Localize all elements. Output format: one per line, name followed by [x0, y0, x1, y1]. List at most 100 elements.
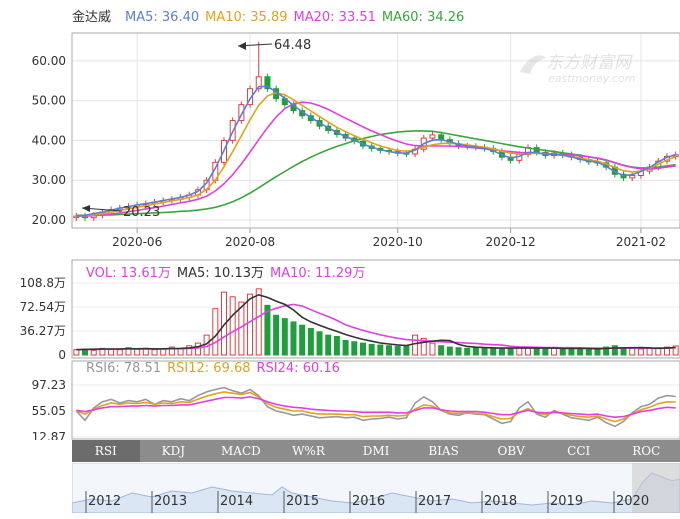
volume-bar	[273, 314, 280, 356]
volume-bar	[490, 347, 497, 356]
range-navigator[interactable]: 2012 2013 2014 2015 2016 2017 2018 2019 2020	[72, 463, 680, 513]
tab-obv[interactable]: OBV	[477, 440, 545, 462]
volume-bar	[316, 331, 323, 356]
volume-ma-lines	[76, 293, 676, 351]
candle-body	[629, 174, 636, 179]
volume-bar	[307, 328, 314, 356]
volume-bar	[333, 335, 340, 356]
price-y-tick: 20.00	[32, 213, 66, 227]
rsi24-line	[76, 396, 676, 419]
watermark-logo	[520, 55, 546, 74]
volume-bar	[594, 349, 601, 356]
volume-y-tick: 36.27万	[20, 324, 66, 338]
volume-ma5-line	[76, 293, 676, 351]
volume-bar	[299, 324, 306, 356]
watermark: 东方财富网 eastmoney.com	[520, 53, 635, 85]
tab-cci[interactable]: CCI	[545, 440, 613, 462]
navigator-year-label: 2013	[154, 494, 187, 509]
volume-bar	[394, 345, 401, 356]
candle-body	[429, 134, 436, 139]
volume-bar	[542, 348, 549, 356]
volume-bar	[559, 348, 566, 356]
volume-panel	[71, 259, 680, 359]
volume-bars	[73, 288, 679, 356]
ma10-line	[76, 91, 676, 217]
tab-macd[interactable]: MACD	[207, 440, 275, 462]
volume-bar	[386, 345, 393, 356]
volume-bar	[464, 347, 471, 356]
watermark-domain: eastmoney.com	[548, 72, 635, 85]
price-y-tick: 30.00	[32, 173, 66, 187]
price-x-tick: 2020-08	[225, 235, 275, 249]
volume-bar	[438, 345, 445, 356]
price-x-tick: 2020-10	[373, 235, 423, 249]
navigator-year-label: 2014	[220, 494, 253, 509]
volume-bar	[281, 318, 288, 356]
volume-bar	[481, 347, 488, 356]
volume-bar	[403, 345, 410, 356]
volume-bar	[585, 348, 592, 356]
volume-bar	[229, 296, 236, 356]
navigator-year-label: 2017	[418, 494, 451, 509]
volume-bar	[533, 347, 540, 356]
volume-bar	[212, 308, 219, 356]
max-label: 64.48	[274, 38, 311, 53]
volume-bar	[377, 344, 384, 356]
volume-bar	[412, 334, 419, 356]
tab-rsi[interactable]: RSI	[72, 440, 140, 462]
tab-kdj[interactable]: KDJ	[140, 440, 208, 462]
navigator-year-label: 2018	[484, 494, 517, 509]
tab-dmi[interactable]: DMI	[342, 440, 410, 462]
volume-bar	[646, 347, 653, 356]
tab-roc[interactable]: ROC	[613, 440, 680, 462]
volume-bar	[151, 349, 158, 356]
navigator-year-label: 2016	[352, 494, 385, 509]
ma-lines	[76, 85, 676, 217]
volume-bar	[577, 347, 584, 356]
volume-bar	[342, 339, 349, 356]
navigator-year-label: 2020	[616, 494, 649, 509]
navigator-year-label: 2015	[286, 494, 319, 509]
volume-bar	[247, 293, 254, 356]
rsi-y-tick: 97.23	[32, 378, 66, 392]
price-y-tick: 50.00	[32, 94, 66, 108]
price-y-tick: 60.00	[32, 54, 66, 68]
volume-y-tick: 108.8万	[20, 276, 66, 290]
volume-bar	[446, 346, 453, 356]
volume-bar	[194, 342, 201, 356]
price-x-tick: 2021-02	[616, 235, 666, 249]
volume-bar	[637, 348, 644, 356]
volume-bar	[108, 348, 115, 356]
min-label: 20.23	[123, 205, 160, 220]
volume-bar	[507, 347, 514, 356]
volume-bar	[116, 349, 123, 356]
navigator-year-label: 2019	[550, 494, 583, 509]
price-x-tick: 2020-12	[486, 235, 536, 249]
rsi6-line	[75, 386, 676, 428]
price-y-ticks: 60.00 50.00 40.00 30.00 20.00	[32, 54, 66, 227]
volume-bar	[429, 342, 436, 356]
volume-bar	[498, 348, 505, 356]
volume-bar	[368, 343, 375, 356]
tab-bias[interactable]: BIAS	[410, 440, 478, 462]
max-annotation: 64.48	[237, 38, 311, 53]
ma5-line	[76, 85, 676, 217]
volume-y-ticks: 108.8万 72.54万 36.27万 0	[20, 276, 66, 362]
price-x-ticks: 2020-06 2020-08 2020-10 2020-12 2021-02	[112, 228, 666, 249]
volume-bar	[472, 346, 479, 356]
rsi-y-tick: 12.87	[32, 430, 66, 440]
rsi-y-ticks: 97.23 55.05 12.87	[32, 378, 66, 440]
watermark-brand: 东方财富网	[546, 53, 633, 73]
volume-bar	[73, 349, 80, 356]
volume-bar	[255, 288, 262, 356]
volume-bar	[134, 348, 141, 356]
volume-bar	[455, 347, 462, 356]
volume-y-tick: 0	[58, 348, 66, 362]
volume-bar	[611, 345, 618, 356]
stock-chart[interactable]: 东方财富网 eastmoney.com 60.00 50.00 40.00 30.00…	[0, 0, 680, 440]
tab-wr[interactable]: W%R	[275, 440, 343, 462]
volume-bar	[551, 347, 558, 356]
volume-bar	[325, 334, 332, 356]
volume-bar	[290, 321, 297, 356]
indicator-tabs: RSI KDJ MACD W%R DMI BIAS OBV CCI ROC	[72, 440, 680, 462]
